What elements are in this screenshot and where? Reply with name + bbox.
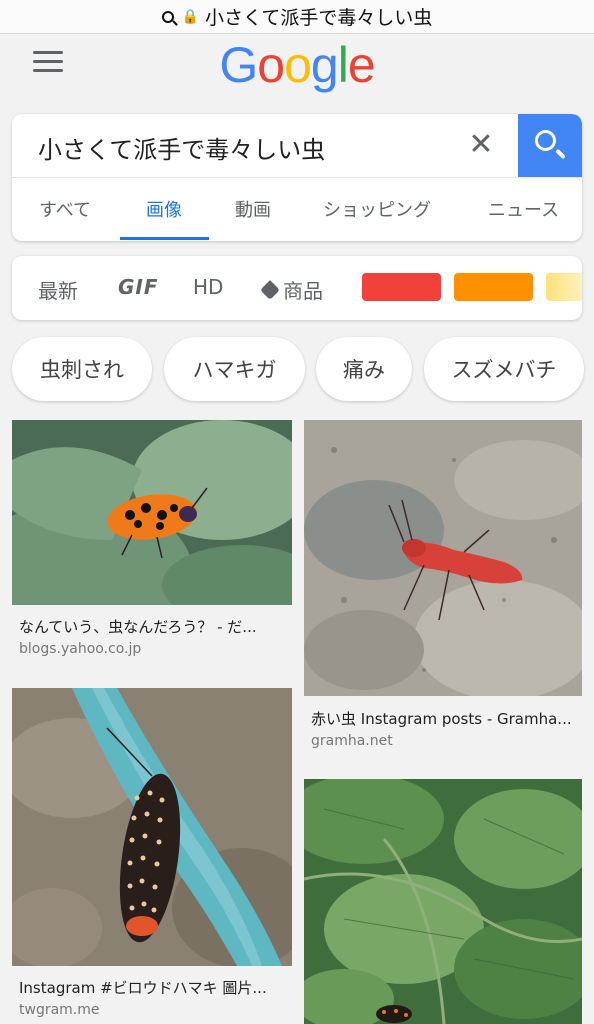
tab-all[interactable]: すべて (39, 196, 91, 222)
result-title: Instagram #ビロウドハマキ 圖片... (19, 979, 267, 997)
search-tabs: すべて 画像 動画 ショッピング ニュース (12, 178, 582, 241)
image-result[interactable] (304, 779, 582, 1024)
result-source: twgram.me (19, 1002, 100, 1018)
result-thumbnail (12, 688, 292, 966)
lock-icon: 🔒 (181, 8, 199, 25)
result-source: gramha.net (311, 733, 393, 749)
tab-news[interactable]: ニュース (488, 196, 559, 222)
filter-latest[interactable]: 最新 (38, 275, 78, 304)
color-swatch-orange[interactable] (454, 273, 533, 301)
image-result[interactable]: なんていう、虫なんだろう？ - だ... blogs.yahoo.co.jp (12, 420, 292, 665)
header: Google (0, 34, 594, 100)
chip-related[interactable]: ハマキガ (164, 337, 305, 401)
result-title: 赤い虫 Instagram posts - Gramha... (311, 710, 572, 728)
google-logo[interactable]: Google (0, 36, 594, 94)
tab-videos[interactable]: 動画 (235, 196, 271, 222)
search-input[interactable]: 小さくて派手で毒々しい虫 (38, 130, 325, 165)
filter-hd[interactable]: HD (193, 275, 223, 299)
chip-related[interactable]: 虫刺され (12, 337, 152, 401)
result-thumbnail (12, 420, 292, 605)
image-result[interactable]: 赤い虫 Instagram posts - Gramha... gramha.n… (304, 420, 582, 755)
chip-related[interactable]: スズメバチ (424, 337, 584, 401)
result-thumbnail (304, 779, 582, 1024)
result-thumbnail (304, 420, 582, 696)
filter-bar: 最新 GIF HD 商品 (12, 256, 582, 320)
filter-gif[interactable]: GIF (118, 275, 159, 299)
search-row: 小さくて派手で毒々しい虫 ✕ (12, 114, 582, 177)
url-text: 小さくて派手で毒々しい虫 (205, 7, 433, 29)
chip-related[interactable]: 痛み (316, 337, 412, 401)
filter-product[interactable]: 商品 (260, 275, 323, 304)
search-icon (535, 130, 556, 151)
search-button[interactable] (518, 114, 582, 177)
url-bar[interactable]: 🔒 小さくて派手で毒々しい虫 (0, 0, 594, 34)
result-source: blogs.yahoo.co.jp (19, 641, 142, 657)
tag-icon (260, 280, 280, 300)
clear-icon[interactable]: ✕ (464, 128, 498, 162)
search-icon (161, 10, 174, 23)
tab-shopping[interactable]: ショッピング (323, 196, 431, 222)
tab-images[interactable]: 画像 (146, 196, 182, 222)
active-tab-indicator (120, 237, 209, 240)
search-card: 小さくて派手で毒々しい虫 ✕ すべて 画像 動画 ショッピング ニュース (12, 114, 582, 241)
color-swatch-red[interactable] (362, 273, 441, 301)
image-result[interactable]: Instagram #ビロウドハマキ 圖片... twgram.me (12, 688, 292, 1024)
result-title: なんていう、虫なんだろう？ - だ... (19, 618, 257, 636)
color-swatch-yellow[interactable] (546, 273, 582, 301)
